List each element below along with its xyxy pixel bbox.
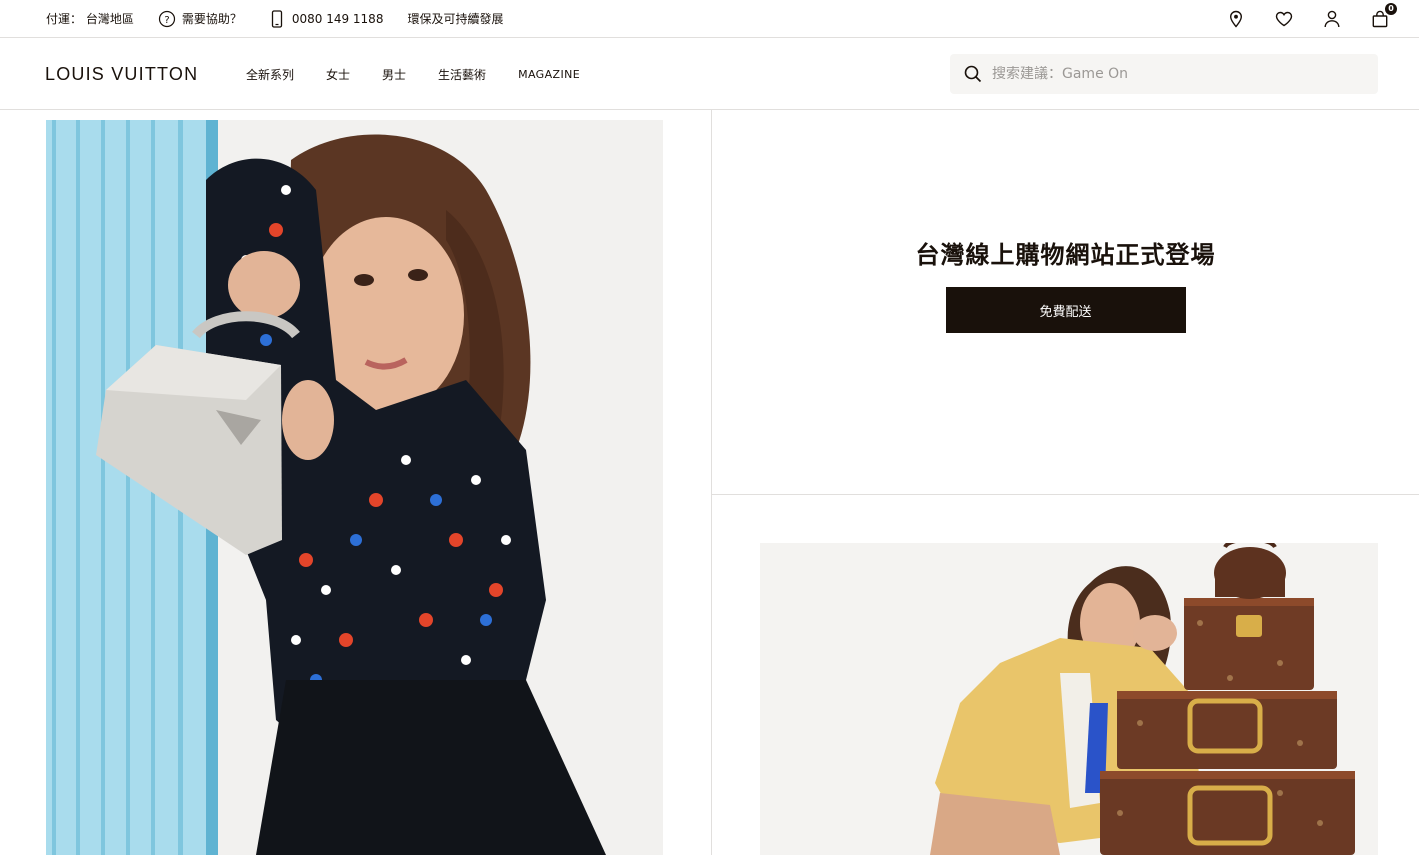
brand-logo[interactable]: LOUIS VUITTON bbox=[45, 64, 198, 85]
store-locator-icon[interactable] bbox=[1227, 10, 1245, 28]
help-link[interactable]: ? 需要協助？ bbox=[158, 10, 242, 28]
promo-title: 台灣線上購物網站正式登場 bbox=[915, 241, 1216, 269]
nav-new-collections[interactable]: 全新系列 bbox=[246, 66, 294, 83]
sustainability-link[interactable]: 環保及可持續發展 bbox=[407, 10, 503, 27]
search-icon bbox=[964, 65, 982, 83]
shopping-bag-icon[interactable]: 0 bbox=[1371, 3, 1397, 28]
hero-image-trunks[interactable] bbox=[760, 543, 1378, 855]
free-delivery-button[interactable]: 免費配送 bbox=[945, 287, 1186, 333]
cart-count-badge: 0 bbox=[1385, 3, 1397, 15]
promo-section: 台灣線上購物網站正式登場 免費配送 bbox=[712, 110, 1419, 494]
svg-text:?: ? bbox=[164, 14, 169, 25]
nav-art-of-living[interactable]: 生活藝術 bbox=[438, 66, 486, 83]
nav-men[interactable]: 男士 bbox=[382, 66, 406, 83]
utility-bar: 付運： 台灣地區 ? 需要協助？ 0080 149 1188 環保及可持續發展 … bbox=[0, 0, 1419, 38]
search-input[interactable] bbox=[992, 66, 1372, 82]
wishlist-heart-icon[interactable] bbox=[1275, 10, 1293, 28]
search-bar[interactable] bbox=[950, 54, 1378, 94]
utility-right: 0 bbox=[1227, 0, 1397, 38]
main-header: LOUIS VUITTON 全新系列 女士 男士 生活藝術 MAGAZINE bbox=[0, 38, 1419, 110]
phone-number: 0080 149 1188 bbox=[291, 11, 384, 26]
phone-link[interactable]: 0080 149 1188 bbox=[268, 9, 384, 28]
utility-left: 付運： 台灣地區 ? 需要協助？ 0080 149 1188 環保及可持續發展 bbox=[0, 0, 503, 37]
nav-magazine[interactable]: MAGAZINE bbox=[518, 68, 580, 81]
main-nav: 全新系列 女士 男士 生活藝術 MAGAZINE bbox=[246, 38, 612, 110]
help-label: 需要協助？ bbox=[181, 12, 242, 26]
horizontal-divider bbox=[712, 494, 1419, 495]
help-icon: ? bbox=[158, 10, 176, 28]
hero-photo-illustration bbox=[46, 120, 663, 855]
ship-to-link[interactable]: 付運： 台灣地區 bbox=[46, 10, 134, 27]
trunks-photo-illustration bbox=[760, 543, 1378, 855]
phone-icon bbox=[268, 9, 286, 28]
hero-image-capucines-bag[interactable] bbox=[46, 120, 663, 855]
nav-women[interactable]: 女士 bbox=[326, 66, 350, 83]
account-user-icon[interactable] bbox=[1323, 10, 1341, 28]
